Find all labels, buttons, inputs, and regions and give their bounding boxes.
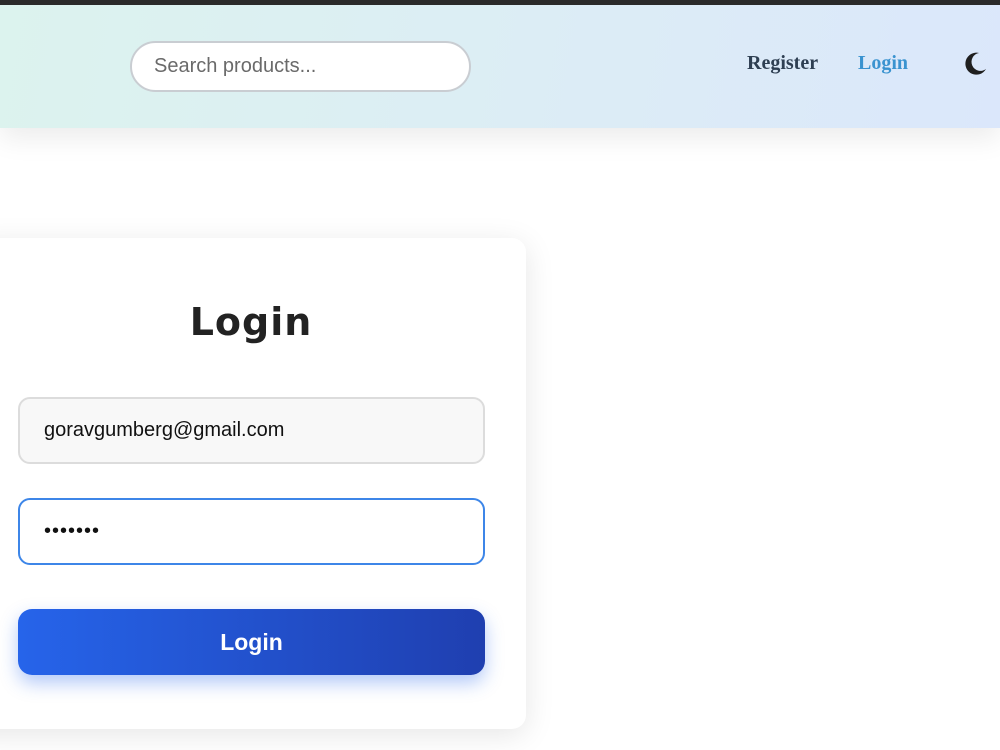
moon-icon [965, 52, 986, 75]
password-field[interactable] [18, 498, 485, 565]
nav-login-link[interactable]: Login [858, 52, 908, 75]
theme-toggle-button[interactable] [960, 49, 990, 79]
email-field[interactable] [18, 397, 485, 464]
login-title: Login [189, 300, 313, 344]
nav-register-link[interactable]: Register [747, 52, 818, 75]
login-submit-button[interactable]: Login [18, 609, 485, 675]
site-header: Register Login [0, 5, 1000, 128]
search-input[interactable] [130, 41, 471, 92]
